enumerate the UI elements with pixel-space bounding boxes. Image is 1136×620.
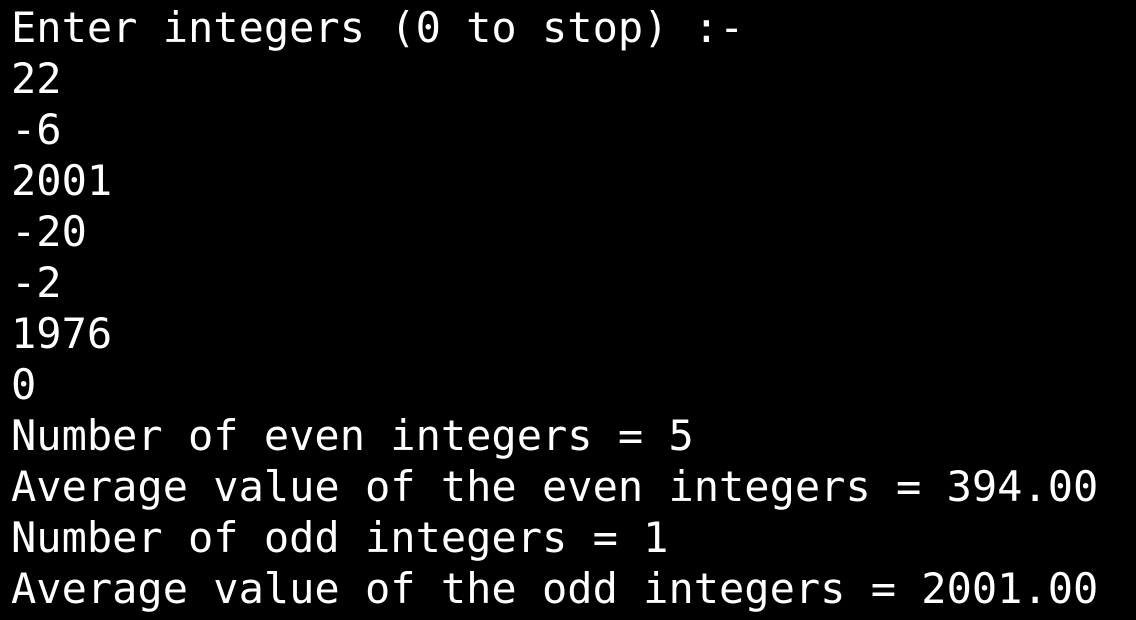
- input-line-5: -2: [11, 258, 62, 307]
- odd-count-line: Number of odd integers = 1: [11, 513, 669, 562]
- prompt-line: Enter integers (0 to stop) :-: [11, 3, 745, 52]
- odd-average-line: Average value of the odd integers = 2001…: [11, 564, 1099, 613]
- input-line-1: 22: [11, 54, 62, 103]
- even-average-line: Average value of the even integers = 394…: [11, 462, 1099, 511]
- even-count-line: Number of even integers = 5: [11, 411, 694, 460]
- input-line-6: 1976: [11, 309, 113, 358]
- input-line-4: -20: [11, 207, 87, 256]
- input-line-7: 0: [11, 360, 37, 409]
- input-line-2: -6: [11, 105, 62, 154]
- input-line-3: 2001: [11, 156, 113, 205]
- terminal-window[interactable]: Enter integers (0 to stop) :- 22 -6 2001…: [0, 0, 1136, 620]
